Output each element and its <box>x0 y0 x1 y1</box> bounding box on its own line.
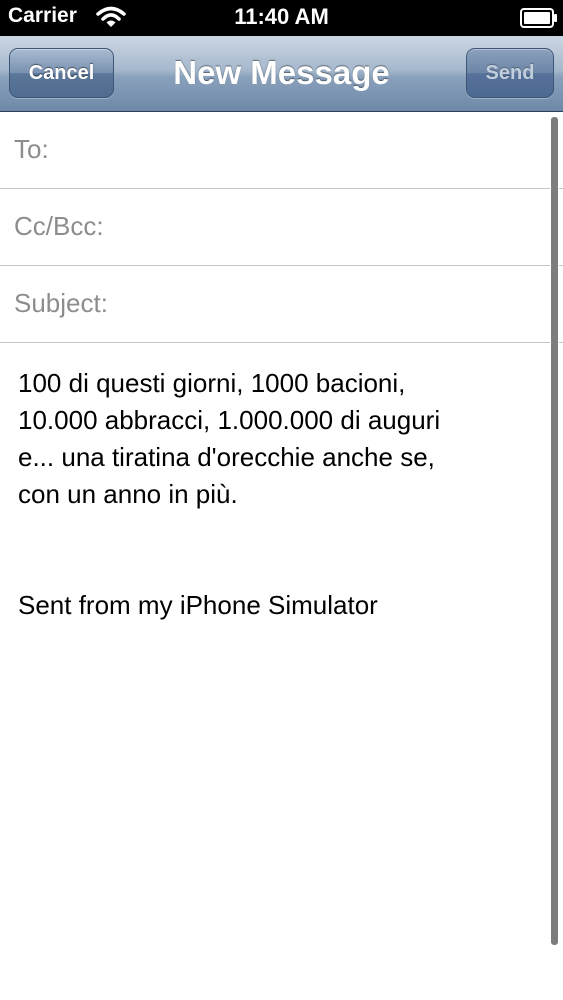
message-body[interactable]: 100 di questi giorni, 1000 bacioni, 10.0… <box>0 343 563 1000</box>
subject-field[interactable]: Subject: <box>0 266 563 343</box>
message-body-text: 100 di questi giorni, 1000 bacioni, 10.0… <box>18 365 538 624</box>
cc-bcc-label: Cc/Bcc: <box>14 211 104 241</box>
to-label: To: <box>14 134 49 164</box>
to-field[interactable]: To: <box>0 112 563 189</box>
battery-icon <box>520 8 558 28</box>
subject-label: Subject: <box>14 288 108 318</box>
navigation-bar: Cancel New Message Send <box>0 36 563 112</box>
body-line: 10.000 abbracci, 1.000.000 di auguri <box>18 405 441 435</box>
status-time: 11:40 AM <box>234 4 329 29</box>
send-button[interactable]: Send <box>466 48 554 98</box>
body-line: 100 di questi giorni, 1000 bacioni, <box>18 368 406 398</box>
status-bar: Carrier 11:40 AM <box>0 0 563 36</box>
signature: Sent from my iPhone Simulator <box>18 590 378 620</box>
cc-bcc-field[interactable]: Cc/Bcc: <box>0 189 563 266</box>
mail-compose-screen: Carrier 11:40 AM Cancel New Message Send… <box>0 0 563 1000</box>
scroll-indicator[interactable] <box>550 116 559 946</box>
body-line: e... una tiratina d'orecchie anche se, <box>18 442 435 472</box>
body-line: con un anno in più. <box>18 479 238 509</box>
